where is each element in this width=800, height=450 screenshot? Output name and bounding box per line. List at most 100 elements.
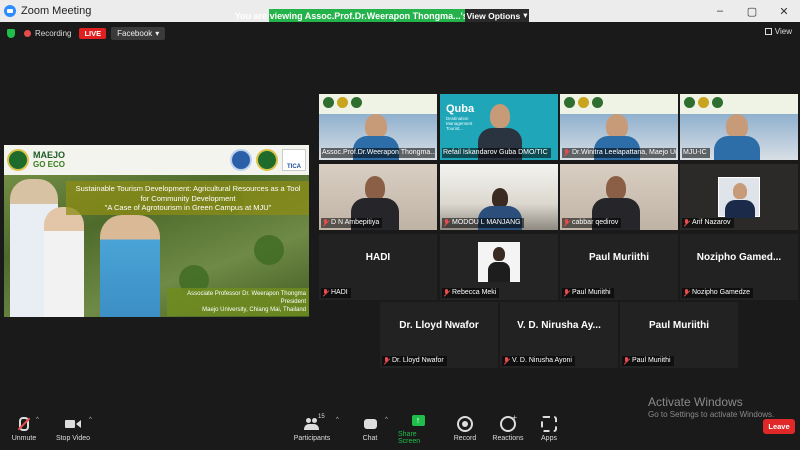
participant-body [488, 262, 510, 282]
participant-name-tag: Paul Muriithi [562, 288, 614, 298]
maejo-logo: MAEJO GO ECO [33, 150, 66, 170]
slide-photo-person [100, 215, 160, 317]
participant-name: MODOU L MANJANG [452, 219, 521, 226]
window-controls: – ▢ ✕ [704, 0, 800, 22]
participant-tile[interactable]: D N Ambepitiya [319, 164, 437, 230]
participant-name-tag: cabbar qedirov [562, 218, 622, 228]
microphone-muted-icon [443, 219, 450, 227]
microphone-muted-icon [563, 289, 570, 297]
chat-button[interactable]: Chat [358, 408, 382, 450]
participant-name-tag: Paul Muriithi [622, 356, 674, 366]
participant-tile[interactable]: V. D. Nirusha Ay... V. D. Nirusha Ayoni [500, 302, 618, 368]
shared-screen[interactable]: MAEJO GO ECO TICA Sustainable Tourism De… [4, 145, 309, 317]
participant-name: Assoc.Prof.Dr.Weerapon Thongma...Pr... [322, 149, 435, 156]
participant-tile[interactable]: Nozipho Gamed... Nozipho Gamedze [680, 234, 798, 300]
participant-face [726, 114, 748, 138]
participant-display-name: Dr. Lloyd Nwafor [399, 320, 479, 331]
participant-name-tag: Rebecca Meki [442, 288, 500, 298]
video-options-caret[interactable]: ^ [89, 417, 92, 423]
microphone-muted-icon [683, 289, 690, 297]
participant-tile[interactable]: MODOU L MANJANG [440, 164, 558, 230]
microphone-muted-icon [623, 357, 630, 365]
participant-display-name: Paul Muriithi [649, 320, 709, 331]
profile-photo [478, 242, 520, 282]
participant-name: Paul Muriithi [632, 357, 671, 364]
participant-name: Rebecca Meki [452, 289, 497, 296]
watermark-title: Activate Windows [648, 395, 743, 409]
participants-button[interactable]: 15 Participants [292, 408, 332, 450]
brand-name: Quba [446, 103, 475, 115]
slide-presenter-box: Associate Professor Dr. Weerapon Thongma… [167, 288, 309, 316]
live-badge[interactable]: LIVE [79, 27, 107, 39]
view-label: View [774, 27, 792, 36]
unmute-button[interactable]: Unmute [8, 408, 40, 450]
share-screen-button[interactable]: Share Screen [398, 408, 438, 450]
leave-button[interactable]: Leave [763, 419, 795, 434]
view-options-button[interactable]: View Options ▾ [465, 9, 529, 22]
participant-face [606, 114, 628, 138]
university-seal-icon [256, 149, 278, 171]
seal-icon [323, 97, 334, 108]
stop-video-button[interactable]: Stop Video [54, 408, 92, 450]
shield-icon[interactable] [7, 28, 15, 38]
participant-tile[interactable]: Assoc.Prof.Dr.Weerapon Thongma...Pr... [319, 94, 437, 160]
participant-tile[interactable]: Rebecca Meki [440, 234, 558, 300]
participants-options-caret[interactable]: ^ [336, 417, 339, 423]
participant-name: cabbar qedirov [572, 219, 619, 226]
reactions-button[interactable]: Reactions [492, 408, 524, 450]
seal-icon [698, 97, 709, 108]
participant-tile[interactable]: HADI HADI [319, 234, 437, 300]
apps-button[interactable]: Apps [538, 408, 560, 450]
share-banner: You are viewing Assoc.Prof.Dr.Weerapon T… [234, 9, 500, 22]
participant-name: Dr.Winitra Leelapattana, Maejo Un... [572, 149, 676, 156]
brand-tagline: Destination Management Tourist... [446, 116, 473, 131]
microphone-muted-icon [322, 289, 329, 297]
participant-tile[interactable]: Paul Muriithi Paul Muriithi [560, 234, 678, 300]
participant-name: D N Ambepitiya [331, 219, 380, 226]
meeting-top-bar: Recording LIVE Facebook ▾ View [0, 22, 800, 44]
participant-tile[interactable]: Paul Muriithi Paul Muriithi [620, 302, 738, 368]
participant-tile[interactable]: Dr. Lloyd Nwafor Dr. Lloyd Nwafor [380, 302, 498, 368]
maximize-button[interactable]: ▢ [736, 0, 768, 22]
participant-tile[interactable]: Dr.Winitra Leelapattana, Maejo Un... [560, 94, 678, 160]
apps-icon [541, 417, 557, 431]
participant-face [365, 176, 385, 200]
minimize-button[interactable]: – [704, 0, 736, 22]
participant-tile[interactable]: Quba Destination Management Tourist... Ref… [440, 94, 558, 160]
record-button[interactable]: Record [452, 408, 478, 450]
participant-name-tag: V. D. Nirusha Ayoni [502, 356, 575, 366]
participant-name: V. D. Nirusha Ayoni [512, 357, 572, 364]
zoom-meeting-window: Zoom Meeting You are viewing Assoc.Prof.… [0, 0, 800, 450]
slide-title-line: for Community Development [140, 193, 236, 203]
microphone-muted-icon [503, 357, 510, 365]
participant-face [492, 188, 508, 208]
participant-tile[interactable]: Arif Nazarov [680, 164, 798, 230]
title-bar: Zoom Meeting You are viewing Assoc.Prof.… [0, 0, 800, 22]
window-title: Zoom Meeting [21, 5, 92, 17]
microphone-muted-icon [443, 289, 450, 297]
chat-options-caret[interactable]: ^ [385, 417, 388, 423]
microphone-muted-icon [563, 219, 570, 227]
participant-tile[interactable]: cabbar qedirov [560, 164, 678, 230]
participant-display-name: V. D. Nirusha Ay... [517, 320, 601, 331]
presenter-role: President [280, 299, 306, 305]
university-seal-icon [7, 149, 29, 171]
audio-options-caret[interactable]: ^ [36, 417, 39, 423]
participant-face [733, 183, 747, 199]
participant-display-name: Paul Muriithi [589, 252, 649, 263]
close-button[interactable]: ✕ [768, 0, 800, 22]
apps-label: Apps [541, 434, 557, 442]
participant-face [490, 104, 510, 128]
participant-name: Dr. Lloyd Nwafor [392, 357, 444, 364]
participant-tile[interactable]: MJU-IC [680, 94, 798, 160]
view-options-label: View Options [466, 10, 521, 21]
seal-icon [578, 97, 589, 108]
record-label: Record [453, 434, 477, 442]
participant-name-tag: Arif Nazarov [682, 218, 734, 228]
foliage-decoration [254, 235, 284, 265]
microphone-muted-icon [322, 219, 329, 227]
maejo-logo-text: MAEJO [33, 150, 66, 160]
stream-target-button[interactable]: Facebook ▾ [111, 26, 166, 40]
participant-body [725, 200, 755, 218]
view-button[interactable]: View [764, 27, 792, 36]
